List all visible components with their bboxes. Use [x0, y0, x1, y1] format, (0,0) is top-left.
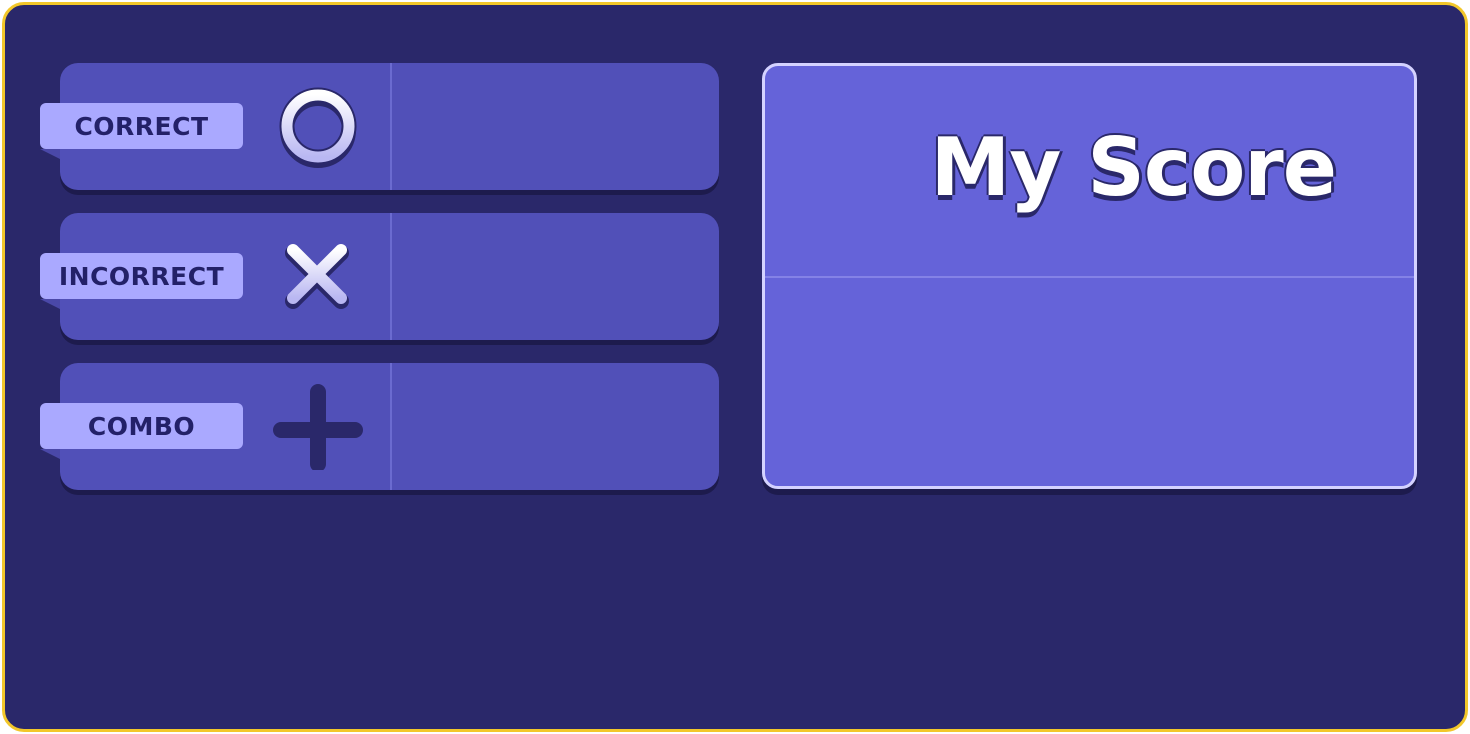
- stat-value-combo: [392, 363, 719, 490]
- my-score-value: [765, 278, 1414, 486]
- stat-row-combo: COMBO: [40, 363, 719, 490]
- stat-value-incorrect: [392, 213, 719, 340]
- my-score-panel: My Score: [762, 63, 1417, 489]
- stat-value-correct: [392, 63, 719, 190]
- circle-icon: [273, 84, 363, 170]
- stat-label-incorrect: INCORRECT: [40, 253, 243, 309]
- stat-label-combo: COMBO: [40, 403, 243, 459]
- game-frame: CORRECT INCORRECT COMBO My Score: [2, 2, 1468, 732]
- my-score-title: My Score: [930, 121, 1337, 214]
- stat-row-incorrect: INCORRECT: [40, 213, 719, 340]
- plus-icon: [273, 384, 363, 470]
- stat-row-correct: CORRECT: [40, 63, 719, 190]
- cross-icon: [273, 234, 363, 320]
- stat-label-correct: CORRECT: [40, 103, 243, 159]
